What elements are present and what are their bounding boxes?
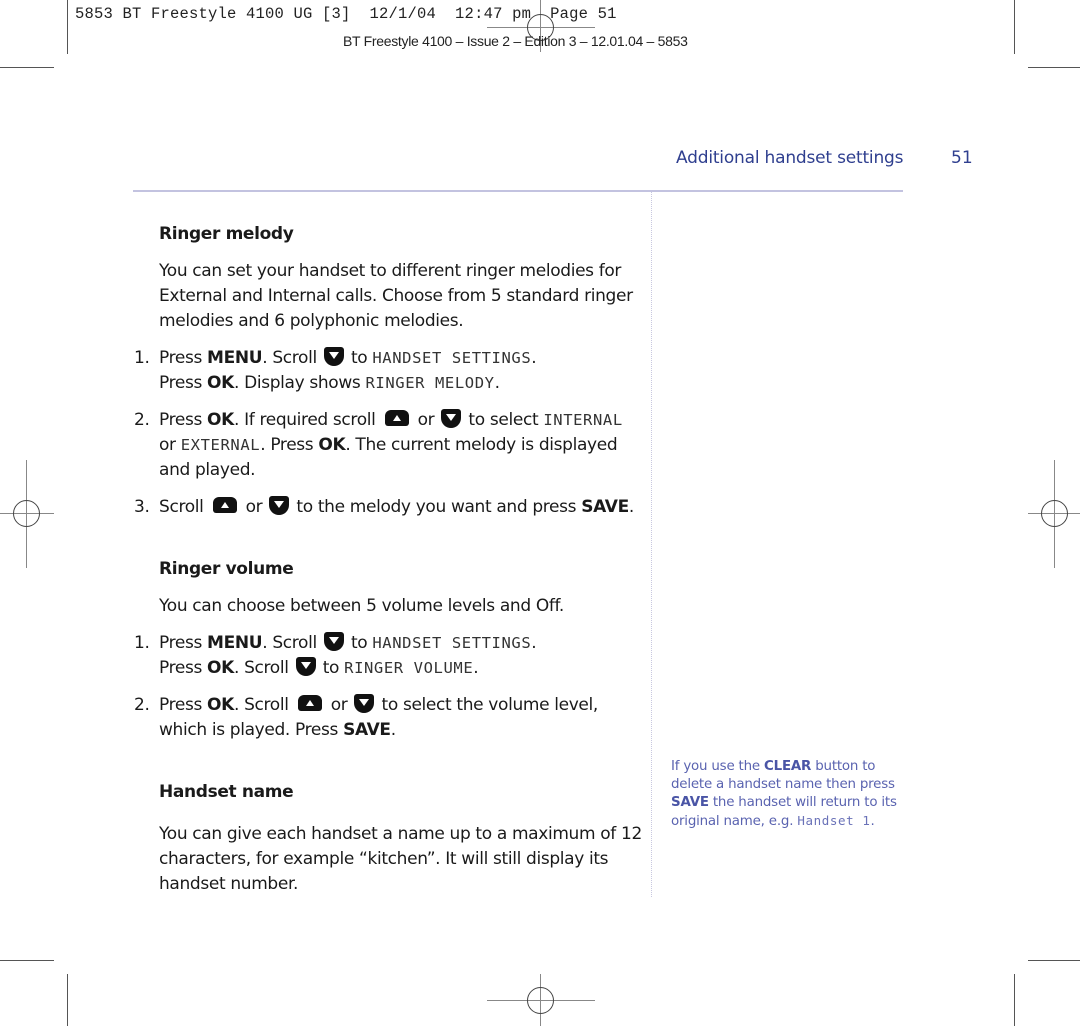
step-number: 1. xyxy=(134,633,150,653)
crop-mark xyxy=(67,974,68,1026)
step-text: . Scroll xyxy=(233,658,294,678)
crop-mark xyxy=(0,67,54,68)
step-text: or xyxy=(412,410,440,430)
step-item: 2. Press OK. Scroll or to select the vol… xyxy=(134,693,644,743)
step-text: or xyxy=(240,497,268,517)
step-number: 2. xyxy=(134,695,150,715)
side-note: If you use the CLEAR button to delete a … xyxy=(671,758,911,831)
step-item: 2. Press OK. If required scroll or to se… xyxy=(134,408,644,483)
crop-mark xyxy=(1014,974,1015,1026)
display-text: INTERNAL xyxy=(543,411,623,429)
key-label: MENU xyxy=(207,348,263,368)
display-text: HANDSET SETTINGS xyxy=(372,634,532,652)
step-text: . Scroll xyxy=(233,695,294,715)
step-text: or xyxy=(159,435,181,455)
step-text: to the melody you want and press xyxy=(291,497,582,517)
section-intro: You can choose between 5 volume levels a… xyxy=(159,596,564,616)
step-text: . Display shows xyxy=(233,373,366,393)
note-text: If you use the xyxy=(671,759,764,774)
step-text: Press xyxy=(159,410,208,430)
step-text: or xyxy=(325,695,353,715)
section-handset-name: Handset name You can give each handset a… xyxy=(134,780,644,897)
scroll-down-key-icon xyxy=(323,632,344,651)
step-text: . Scroll xyxy=(262,633,322,653)
scroll-up-key-icon xyxy=(384,410,409,426)
key-label: SAVE xyxy=(343,720,391,740)
scroll-down-key-icon xyxy=(269,496,290,515)
step-item: 3. Scroll or to the melody you want and … xyxy=(134,495,644,520)
crop-mark xyxy=(67,0,68,54)
crop-mark xyxy=(1028,67,1080,68)
display-text: EXTERNAL xyxy=(180,436,261,454)
step-text: . xyxy=(531,348,537,368)
step-text: Press xyxy=(159,695,208,715)
printer-slug: 5853 BT Freestyle 4100 UG [3] 12/1/04 12… xyxy=(75,5,617,23)
step-text: Press xyxy=(159,348,208,368)
scroll-down-key-icon xyxy=(295,657,316,676)
step-text: to xyxy=(345,348,373,368)
step-text: . xyxy=(531,633,537,653)
display-text: Handset 1 xyxy=(797,813,871,828)
step-text: . xyxy=(628,497,634,517)
step-text: to xyxy=(345,633,373,653)
key-label: OK xyxy=(207,410,234,430)
step-text: to select xyxy=(463,410,544,430)
section-ringer-melody: Ringer melody You can set your handset t… xyxy=(134,222,644,520)
key-label: SAVE xyxy=(671,795,709,810)
display-text: RINGER VOLUME xyxy=(344,659,474,677)
section-intro: You can give each handset a name up to a… xyxy=(159,824,642,894)
step-number: 1. xyxy=(134,348,150,368)
step-number: 2. xyxy=(134,410,150,430)
step-text: Press xyxy=(159,373,208,393)
main-column: Ringer melody You can set your handset t… xyxy=(134,222,644,897)
edition-line: BT Freestyle 4100 – Issue 2 – Edition 3 … xyxy=(343,33,688,49)
display-text: RINGER MELODY xyxy=(365,374,495,392)
step-text: Press xyxy=(159,658,208,678)
section-heading: Ringer melody xyxy=(159,224,294,244)
step-text: . xyxy=(390,720,396,740)
step-text: Scroll xyxy=(159,497,209,517)
crop-mark xyxy=(0,960,54,961)
key-label: CLEAR xyxy=(763,759,812,774)
running-header-title: Additional handset settings xyxy=(676,148,904,168)
crop-mark xyxy=(1014,0,1015,54)
step-number: 3. xyxy=(134,497,150,517)
page-number: 51 xyxy=(951,148,973,168)
note-text: . xyxy=(870,814,875,829)
section-heading: Handset name xyxy=(159,782,294,802)
key-label: SAVE xyxy=(581,497,629,517)
crop-mark xyxy=(1028,960,1080,961)
section-heading: Ringer volume xyxy=(159,559,294,579)
scroll-down-key-icon xyxy=(354,694,375,713)
header-rule xyxy=(133,190,903,192)
scroll-up-key-icon xyxy=(297,695,322,711)
key-label: OK xyxy=(207,373,234,393)
section-intro: You can set your handset to different ri… xyxy=(159,261,633,331)
step-text: to xyxy=(317,658,345,678)
key-label: OK xyxy=(207,658,234,678)
step-text: . If required scroll xyxy=(233,410,381,430)
step-item: 1. Press MENU. Scroll to HANDSET SETTING… xyxy=(134,631,644,681)
scroll-down-key-icon xyxy=(441,409,462,428)
step-text: . xyxy=(494,373,500,393)
step-text: . Scroll xyxy=(262,348,322,368)
scroll-up-key-icon xyxy=(212,497,237,513)
key-label: OK xyxy=(207,695,234,715)
step-item: 1. Press MENU. Scroll to HANDSET SETTING… xyxy=(134,346,644,396)
section-ringer-volume: Ringer volume You can choose between 5 v… xyxy=(134,557,644,743)
column-divider xyxy=(651,192,652,897)
step-text: . xyxy=(473,658,479,678)
step-text: . Press xyxy=(260,435,319,455)
key-label: OK xyxy=(318,435,346,455)
key-label: MENU xyxy=(207,633,263,653)
scroll-down-key-icon xyxy=(323,347,344,366)
display-text: HANDSET SETTINGS xyxy=(372,349,532,367)
step-text: Press xyxy=(159,633,208,653)
